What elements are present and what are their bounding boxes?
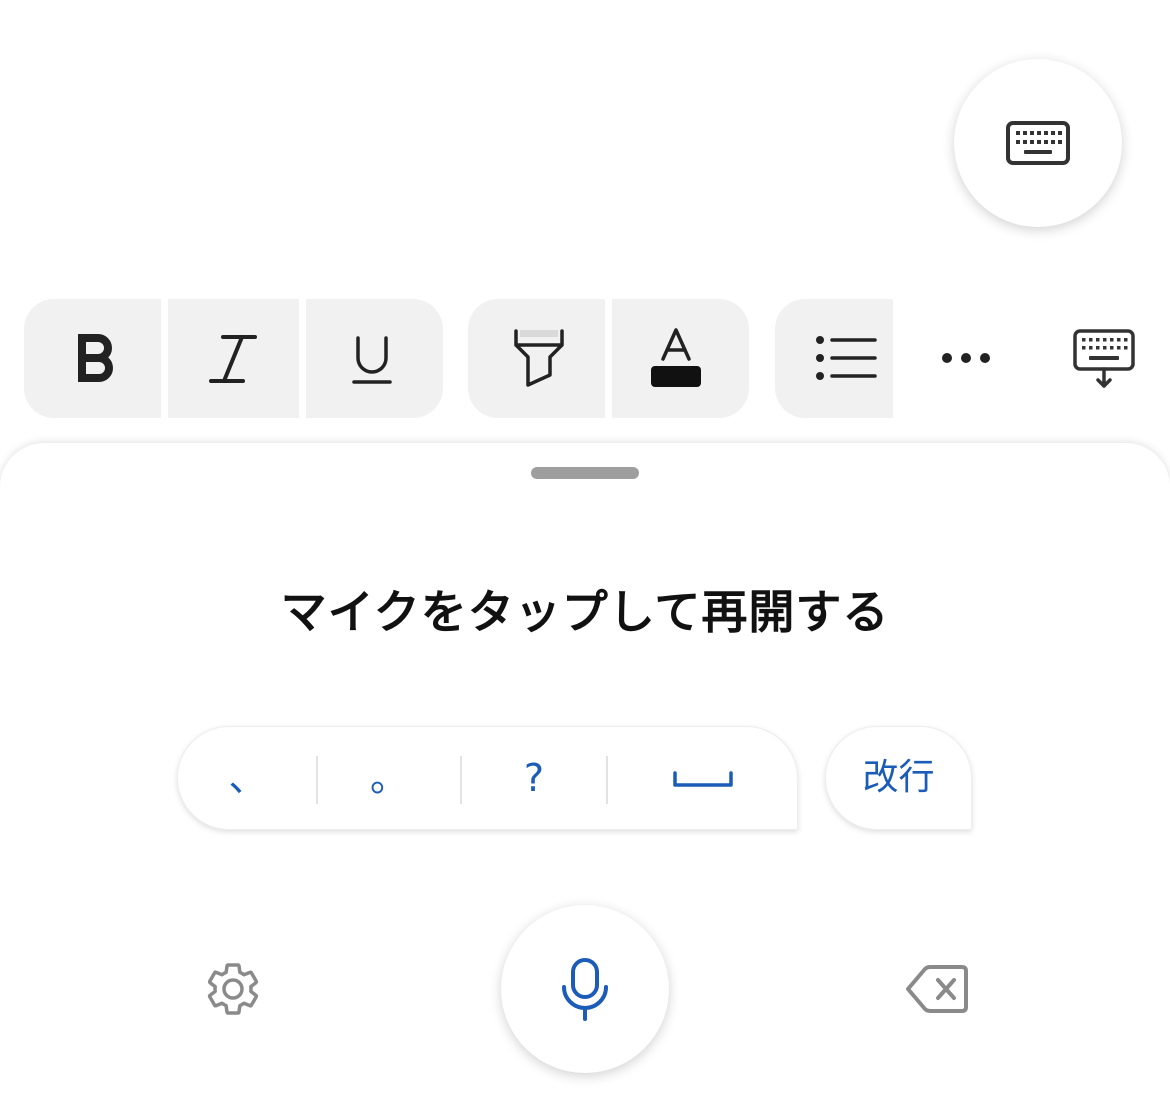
app-screen: マイクをタップして再開する 、 。 ? 改行: [0, 0, 1170, 1116]
comma-key[interactable]: 、: [178, 727, 317, 829]
sheet-drag-handle[interactable]: [531, 467, 639, 479]
space-key[interactable]: [607, 727, 797, 829]
dictation-prompt: マイクをタップして再開する: [280, 585, 890, 639]
period-key[interactable]: 。: [317, 727, 461, 829]
microphone-button[interactable]: [501, 905, 669, 1073]
highlighter-icon: [514, 329, 564, 387]
backspace-icon[interactable]: [905, 964, 969, 1014]
more-icon[interactable]: [941, 352, 991, 364]
keyboard-toggle-button[interactable]: [954, 59, 1122, 227]
keyboard-dismiss-icon[interactable]: [1073, 329, 1135, 389]
bold-button[interactable]: [24, 299, 161, 418]
underline-button[interactable]: [306, 299, 443, 418]
bulleted-list-button[interactable]: [775, 299, 893, 418]
newline-label: 改行: [862, 757, 935, 798]
underline-icon: [352, 336, 392, 384]
highlight-button[interactable]: [468, 299, 605, 418]
bulleted-list-icon: [816, 336, 877, 380]
font-color-icon: [651, 328, 701, 387]
gear-icon[interactable]: [203, 959, 263, 1019]
microphone-icon: [562, 958, 608, 1021]
space-icon: [673, 771, 733, 787]
newline-button[interactable]: 改行: [825, 726, 972, 830]
font-color-button[interactable]: [612, 299, 749, 418]
italic-button[interactable]: [168, 299, 299, 418]
punctuation-bar: 、 。 ?: [177, 726, 798, 830]
italic-icon: [209, 335, 257, 383]
bold-icon: [78, 334, 113, 382]
question-mark-key[interactable]: ?: [461, 727, 607, 829]
keyboard-icon: [1006, 121, 1070, 165]
